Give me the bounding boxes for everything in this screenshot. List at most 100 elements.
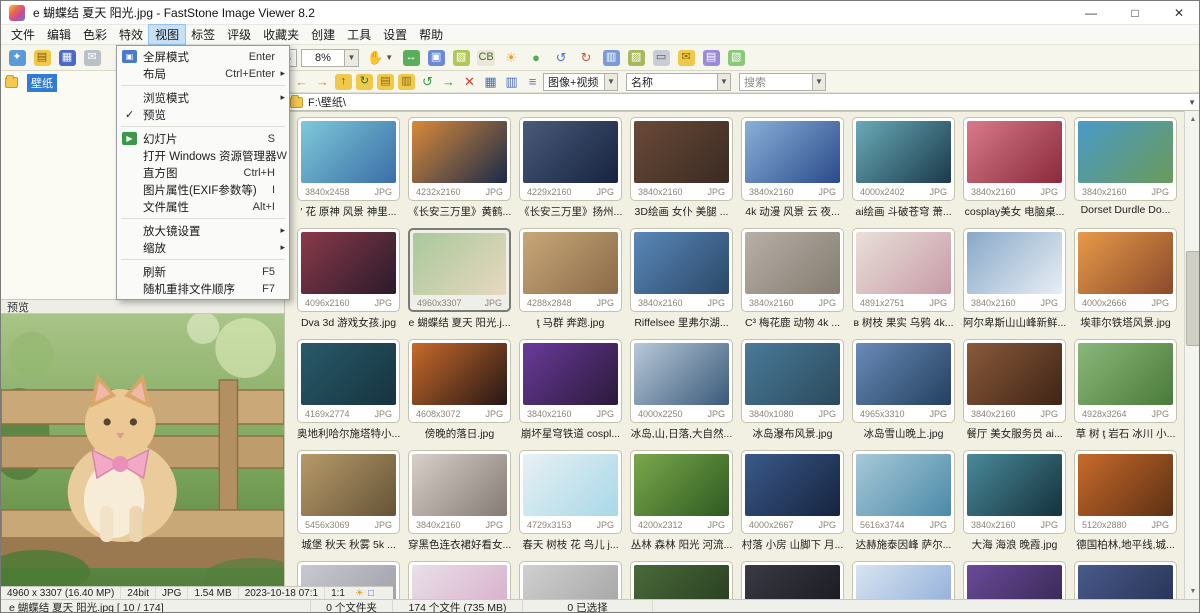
move-to-icon[interactable]: → <box>438 72 459 92</box>
close-button[interactable]: ✕ <box>1157 1 1200 25</box>
menubar-item-设置[interactable]: 设置 <box>377 25 413 44</box>
menu-item-布局[interactable]: 布局Ctrl+Enter▸ <box>117 65 289 82</box>
menu-item-全屏模式[interactable]: ▣全屏模式Enter <box>117 48 289 65</box>
fit-window-status-icon[interactable]: □ <box>368 588 374 599</box>
thumbnail-card[interactable] <box>408 561 511 599</box>
sort-combo-caret[interactable]: ▼ <box>718 73 731 91</box>
thumbnail-card[interactable] <box>741 561 844 599</box>
grid-scrollbar[interactable]: ▲ ▼ <box>1184 111 1200 599</box>
thumbnail-card[interactable] <box>963 561 1066 599</box>
thumbnail-card-selected[interactable]: 4960x3307JPG <box>408 228 511 312</box>
delete-icon[interactable]: ✕ <box>459 72 480 92</box>
thumbnail-card[interactable]: 4229x2160JPG <box>519 117 622 201</box>
menubar-item-视图[interactable]: 视图 <box>149 25 185 44</box>
menubar-item-文件[interactable]: 文件 <box>5 25 41 44</box>
address-bar[interactable]: F:\壁纸\ ▼ <box>285 93 1200 111</box>
menu-item-打开 Windows 资源管理器[interactable]: 打开 Windows 资源管理器W <box>117 147 289 164</box>
thumbnail-view-icon[interactable]: ▦ <box>480 72 501 92</box>
adjust-colors-status-icon[interactable]: ☀ <box>355 588 364 599</box>
detail-view-icon[interactable]: ▥ <box>501 72 522 92</box>
menu-item-直方图[interactable]: 直方图Ctrl+H <box>117 164 289 181</box>
sort-combo[interactable]: 名称 <box>626 73 718 91</box>
minimize-button[interactable]: — <box>1069 1 1113 25</box>
refresh-list-icon[interactable]: ↺ <box>417 72 438 92</box>
thumbnail-card[interactable]: 3840x1080JPG <box>741 339 844 423</box>
back-icon[interactable]: ← <box>291 72 312 92</box>
rotate-right-icon[interactable]: ↻ <box>574 47 598 69</box>
filter-combo[interactable]: 图像+视频 <box>543 73 605 91</box>
adjust-colors-icon[interactable]: ☀ <box>499 47 523 69</box>
thumbnail-card[interactable]: 3840x2160JPG <box>963 228 1066 312</box>
menu-item-幻灯片[interactable]: ▶幻灯片S <box>117 130 289 147</box>
thumbnail-card[interactable] <box>630 561 733 599</box>
thumbnail-card[interactable]: 4729x3153JPG <box>519 450 622 534</box>
notes-icon[interactable]: ▧ <box>724 47 748 69</box>
up-folder-icon[interactable]: ↑ <box>333 72 354 92</box>
thumbnail-card[interactable]: 3840x2160JPG <box>519 339 622 423</box>
thumbnail-card[interactable]: 4200x2312JPG <box>630 450 733 534</box>
zoom-level-field[interactable]: 8% <box>301 49 345 67</box>
menubar-item-评级[interactable]: 评级 <box>221 25 257 44</box>
thumbnail-card[interactable]: 4000x2402JPG <box>852 117 955 201</box>
pan-hand-icon[interactable]: ✋ <box>367 50 383 66</box>
search-dropdown-caret[interactable]: ▼ <box>813 73 826 91</box>
screen-capture-icon[interactable]: ▨ <box>624 47 648 69</box>
thumbnail-card[interactable]: 3840x2160JPG <box>630 228 733 312</box>
copy-image-icon[interactable]: ▣ <box>424 47 448 69</box>
thumbnail-card[interactable]: 4000x2250JPG <box>630 339 733 423</box>
thumbnail-card[interactable]: 4288x2848JPG <box>519 228 622 312</box>
menubar-item-工具[interactable]: 工具 <box>341 25 377 44</box>
red-eye-icon[interactable]: ● <box>524 47 548 69</box>
thumbnail-card[interactable]: 4000x2667JPG <box>741 450 844 534</box>
menu-item-预览[interactable]: ✓预览 <box>117 106 289 123</box>
menubar-item-帮助[interactable]: 帮助 <box>413 25 449 44</box>
forward-icon[interactable]: → <box>312 72 333 92</box>
thumbnail-card[interactable]: 3840x2160JPG <box>1074 117 1177 201</box>
menu-item-缩放[interactable]: 缩放▸ <box>117 239 289 256</box>
resize-icon[interactable]: ↔ <box>399 47 423 69</box>
thumbnail-card[interactable]: 5456x3069JPG <box>297 450 400 534</box>
thumbnail-card[interactable]: 4891x2751JPG <box>852 228 955 312</box>
menu-item-浏览模式[interactable]: 浏览模式▸ <box>117 89 289 106</box>
print-icon[interactable]: ▤ <box>699 47 723 69</box>
favorites-folder-icon[interactable]: ▤ <box>375 72 396 92</box>
acquire-photo-icon[interactable]: ✦ <box>5 47 29 69</box>
menu-item-文件属性[interactable]: 文件属性Alt+I <box>117 198 289 215</box>
menu-item-放大镜设置[interactable]: 放大镜设置▸ <box>117 222 289 239</box>
thumbnail-card[interactable]: 4965x3310JPG <box>852 339 955 423</box>
save-as-icon[interactable]: ▦ <box>55 47 79 69</box>
email-icon[interactable]: ✉ <box>674 47 698 69</box>
list-view-icon[interactable]: ≡ <box>522 72 543 92</box>
refresh-folder-icon[interactable]: ↻ <box>354 72 375 92</box>
menubar-item-标签[interactable]: 标签 <box>185 25 221 44</box>
search-input[interactable]: 搜索 <box>739 73 813 91</box>
zoom-dropdown-button[interactable]: ▼ <box>345 49 359 67</box>
edit-image-icon[interactable]: ▧ <box>449 47 473 69</box>
thumbnail-card[interactable]: 4000x2666JPG <box>1074 228 1177 312</box>
menubar-item-编辑[interactable]: 编辑 <box>41 25 77 44</box>
thumbnail-card[interactable]: 4096x2160JPG <box>297 228 400 312</box>
scroll-up-button[interactable]: ▲ <box>1185 111 1200 127</box>
address-dropdown-caret[interactable]: ▼ <box>1188 98 1196 107</box>
thumbnail-card[interactable] <box>852 561 955 599</box>
thumbnail-card[interactable]: 3840x2160JPG <box>408 450 511 534</box>
thumbnail-card[interactable] <box>1074 561 1177 599</box>
menubar-item-色彩[interactable]: 色彩 <box>77 25 113 44</box>
thumbnail-card[interactable]: 4232x2160JPG <box>408 117 511 201</box>
menu-item-随机重排文件顺序[interactable]: 随机重排文件顺序F7 <box>117 280 289 297</box>
scanner-icon[interactable]: ▭ <box>649 47 673 69</box>
thumbnail-card[interactable]: 3840x2160JPG <box>963 339 1066 423</box>
thumbnail-card[interactable]: 4928x3264JPG <box>1074 339 1177 423</box>
thumbnail-card[interactable]: 4169x2774JPG <box>297 339 400 423</box>
filter-combo-caret[interactable]: ▼ <box>605 73 618 91</box>
thumbnail-card[interactable]: 5616x3744JPG <box>852 450 955 534</box>
menu-item-刷新[interactable]: 刷新F5 <box>117 263 289 280</box>
thumbnail-card[interactable]: 3840x2160JPG <box>963 117 1066 201</box>
compare-images-icon[interactable]: ▥ <box>599 47 623 69</box>
menubar-item-特效[interactable]: 特效 <box>113 25 149 44</box>
thumbnail-card[interactable]: 3840x2160JPG <box>741 117 844 201</box>
rotate-left-icon[interactable]: ↺ <box>549 47 573 69</box>
email-image-icon[interactable]: ✉ <box>80 47 104 69</box>
thumbnail-card[interactable]: 3840x2160JPG <box>741 228 844 312</box>
thumbnail-card[interactable]: 5120x2880JPG <box>1074 450 1177 534</box>
